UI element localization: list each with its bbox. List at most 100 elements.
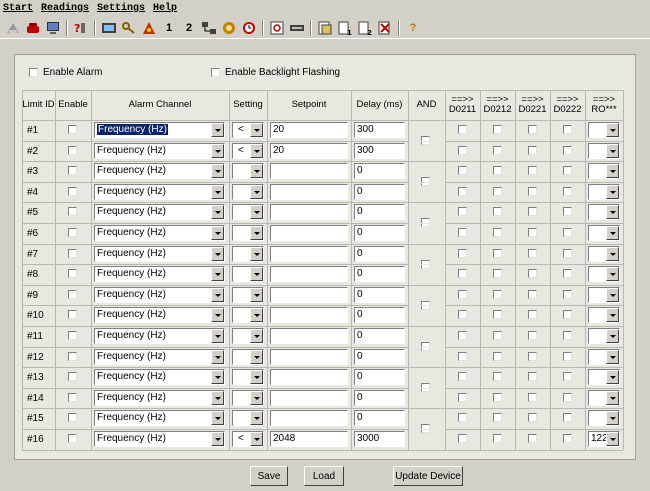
chevron-down-icon[interactable] <box>211 164 224 178</box>
update-device-button[interactable]: Update Device <box>393 466 463 486</box>
chevron-down-icon[interactable] <box>211 391 224 405</box>
enable-checkbox[interactable] <box>68 146 77 155</box>
chevron-down-icon[interactable] <box>211 350 224 364</box>
menu-start[interactable]: Start <box>3 3 33 14</box>
setpoint-input[interactable] <box>270 307 348 323</box>
enable-checkbox[interactable] <box>68 187 77 196</box>
enable-checkbox[interactable] <box>68 207 77 216</box>
setting-select[interactable]: < <box>232 143 264 159</box>
setpoint-input[interactable] <box>270 328 348 344</box>
menu-readings[interactable]: Readings <box>41 3 89 14</box>
delay-input[interactable]: 0 <box>354 287 405 303</box>
meter-icon[interactable] <box>100 19 118 37</box>
enable-checkbox[interactable] <box>68 125 77 134</box>
output-checkbox[interactable] <box>493 372 502 381</box>
enable-checkbox[interactable] <box>68 434 77 443</box>
output-checkbox[interactable] <box>528 269 537 278</box>
monitor-icon[interactable] <box>44 19 62 37</box>
setpoint-input[interactable] <box>270 266 348 282</box>
menu-help[interactable]: Help <box>153 3 177 14</box>
chevron-down-icon[interactable] <box>211 247 224 261</box>
output-checkbox[interactable] <box>528 207 537 216</box>
ro-select[interactable] <box>588 163 620 179</box>
data-icon[interactable] <box>316 19 334 37</box>
delay-input[interactable]: 300 <box>354 122 405 138</box>
output-checkbox[interactable] <box>563 310 572 319</box>
output-checkbox[interactable] <box>458 434 467 443</box>
setpoint-input[interactable] <box>270 204 348 220</box>
chevron-down-icon[interactable] <box>211 185 224 199</box>
alarm-channel-select[interactable]: Frequency (Hz) <box>94 266 225 282</box>
output-checkbox[interactable] <box>528 125 537 134</box>
output-checkbox[interactable] <box>493 269 502 278</box>
alarm-channel-select[interactable]: Frequency (Hz) <box>94 410 225 426</box>
enable-checkbox[interactable] <box>68 413 77 422</box>
delay-input[interactable]: 0 <box>354 349 405 365</box>
help-cursor-icon[interactable]: ? <box>72 19 90 37</box>
chevron-down-icon[interactable] <box>211 370 224 384</box>
network-icon[interactable] <box>200 19 218 37</box>
chevron-down-icon[interactable] <box>250 308 263 322</box>
output-checkbox[interactable] <box>458 372 467 381</box>
chevron-down-icon[interactable] <box>250 329 263 343</box>
output-checkbox[interactable] <box>528 310 537 319</box>
output-checkbox[interactable] <box>458 125 467 134</box>
enable-checkbox[interactable] <box>68 352 77 361</box>
device-icon[interactable] <box>288 19 306 37</box>
setpoint-input[interactable]: 2048 <box>270 431 348 447</box>
output-checkbox[interactable] <box>563 393 572 402</box>
enable-checkbox[interactable] <box>68 166 77 175</box>
setting-select[interactable] <box>232 349 264 365</box>
output-checkbox[interactable] <box>528 228 537 237</box>
chevron-down-icon[interactable] <box>250 164 263 178</box>
output-checkbox[interactable] <box>563 249 572 258</box>
ro-select[interactable] <box>588 143 620 159</box>
chevron-down-icon[interactable] <box>606 370 619 384</box>
output-checkbox[interactable] <box>528 434 537 443</box>
phone-icon[interactable] <box>24 19 42 37</box>
output-checkbox[interactable] <box>528 290 537 299</box>
output-checkbox[interactable] <box>458 352 467 361</box>
setpoint-input[interactable] <box>270 163 348 179</box>
chevron-down-icon[interactable] <box>606 350 619 364</box>
output-checkbox[interactable] <box>563 187 572 196</box>
two-icon[interactable]: 2 <box>180 19 198 37</box>
delay-input[interactable]: 0 <box>354 390 405 406</box>
enable-checkbox[interactable] <box>68 228 77 237</box>
setpoint-input[interactable] <box>270 246 348 262</box>
output-checkbox[interactable] <box>458 187 467 196</box>
enable-checkbox[interactable] <box>68 290 77 299</box>
ro-select[interactable] <box>588 204 620 220</box>
ro-select[interactable] <box>588 184 620 200</box>
setpoint-input[interactable] <box>270 184 348 200</box>
output-checkbox[interactable] <box>493 413 502 422</box>
output-checkbox[interactable] <box>528 393 537 402</box>
doc1-icon[interactable]: 1 <box>336 19 354 37</box>
output-checkbox[interactable] <box>493 249 502 258</box>
ro-select[interactable] <box>588 246 620 262</box>
chevron-down-icon[interactable] <box>211 308 224 322</box>
chevron-down-icon[interactable] <box>606 247 619 261</box>
chevron-down-icon[interactable] <box>250 144 263 158</box>
setpoint-input[interactable]: 20 <box>270 143 348 159</box>
one-icon[interactable]: 1 <box>160 19 178 37</box>
setting-select[interactable] <box>232 369 264 385</box>
setting-select[interactable] <box>232 410 264 426</box>
chevron-down-icon[interactable] <box>250 123 263 137</box>
output-checkbox[interactable] <box>563 207 572 216</box>
chevron-down-icon[interactable] <box>606 144 619 158</box>
output-checkbox[interactable] <box>458 290 467 299</box>
output-checkbox[interactable] <box>493 393 502 402</box>
delay-input[interactable]: 3000 <box>354 431 405 447</box>
ro-select[interactable] <box>588 225 620 241</box>
chevron-down-icon[interactable] <box>250 288 263 302</box>
output-checkbox[interactable] <box>493 331 502 340</box>
doc2-icon[interactable]: 2 <box>356 19 374 37</box>
chevron-down-icon[interactable] <box>606 391 619 405</box>
question-icon[interactable]: ? <box>404 19 422 37</box>
output-checkbox[interactable] <box>493 146 502 155</box>
alarm-channel-select[interactable]: Frequency (Hz) <box>94 390 225 406</box>
settings-icon[interactable] <box>220 19 238 37</box>
output-checkbox[interactable] <box>528 372 537 381</box>
delay-input[interactable]: 0 <box>354 410 405 426</box>
